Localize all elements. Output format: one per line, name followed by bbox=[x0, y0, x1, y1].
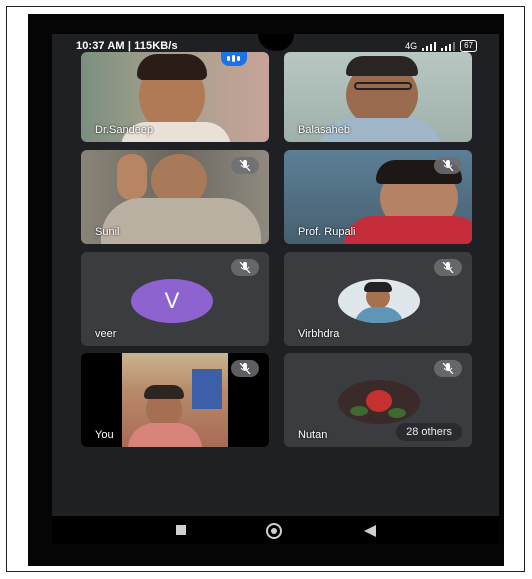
mic-off-icon bbox=[434, 360, 462, 377]
mic-off-icon bbox=[231, 157, 259, 174]
avatar: V bbox=[131, 279, 213, 323]
nav-back-icon[interactable] bbox=[364, 525, 376, 537]
self-video-feed bbox=[122, 353, 228, 447]
others-count-badge[interactable]: 28 others bbox=[396, 423, 462, 441]
participant-tile[interactable]: Dr.Sandeep bbox=[81, 52, 269, 142]
participant-tile-self[interactable]: You bbox=[81, 353, 269, 447]
participant-name: Prof. Rupali bbox=[298, 226, 356, 238]
mic-off-icon bbox=[231, 259, 259, 276]
participant-tile[interactable]: Virbhdra bbox=[284, 252, 472, 346]
mic-off-icon bbox=[434, 157, 462, 174]
battery-icon: 67 bbox=[460, 40, 477, 52]
avatar bbox=[338, 380, 420, 424]
speaking-indicator-icon bbox=[221, 52, 247, 66]
android-navbar bbox=[52, 516, 499, 544]
participant-tile[interactable]: Balasaheb bbox=[284, 52, 472, 142]
participant-tile[interactable]: Nutan 28 others bbox=[284, 353, 472, 447]
signal-label: 4G bbox=[405, 41, 418, 51]
participant-name: Dr.Sandeep bbox=[95, 124, 154, 136]
signal-icon bbox=[422, 41, 437, 51]
mic-off-icon bbox=[231, 360, 259, 377]
participant-name: Nutan bbox=[298, 429, 328, 441]
participant-name: You bbox=[95, 429, 114, 441]
avatar bbox=[338, 279, 420, 323]
participant-tile[interactable]: Sunil bbox=[81, 150, 269, 244]
participant-name: Sunil bbox=[95, 226, 120, 238]
status-icons: 4G 67 bbox=[405, 40, 477, 52]
signal-icon-2 bbox=[441, 41, 456, 51]
participant-name: Virbhdra bbox=[298, 328, 340, 340]
nav-home-icon[interactable] bbox=[266, 523, 282, 539]
meet-screen: 10:37 AM | 115KB/s 4G 67 Dr.Sandeep Bala… bbox=[52, 34, 499, 544]
participant-tile[interactable]: Prof. Rupali bbox=[284, 150, 472, 244]
status-time: 10:37 AM | 115KB/s bbox=[76, 40, 178, 52]
mic-off-icon bbox=[434, 259, 462, 276]
participant-name: veer bbox=[95, 328, 117, 340]
participant-name: Balasaheb bbox=[298, 124, 350, 136]
nav-recents-icon[interactable] bbox=[176, 525, 186, 535]
camera-notch bbox=[258, 34, 294, 51]
participant-tile[interactable]: V veer bbox=[81, 252, 269, 346]
